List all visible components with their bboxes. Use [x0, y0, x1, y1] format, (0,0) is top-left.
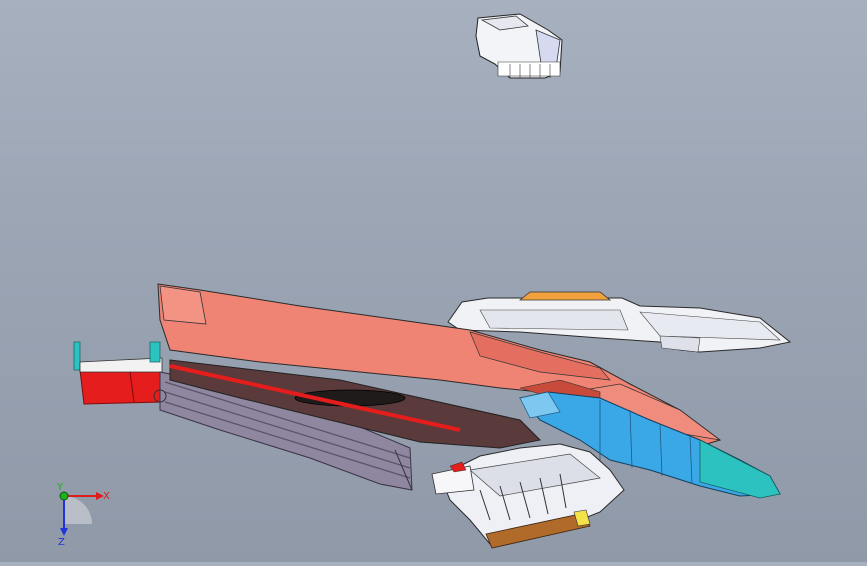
axis-x-label: X — [103, 491, 110, 502]
axis-z-label: Z — [58, 537, 65, 548]
bracket-part-top[interactable] — [475, 13, 563, 79]
axis-triad: X Y Z — [56, 482, 110, 548]
cad-3d-viewport[interactable]: X Y Z — [0, 0, 867, 562]
red-box-part[interactable] — [73, 341, 163, 405]
white-folded-part[interactable] — [431, 443, 625, 549]
cad-model-scene[interactable]: X Y Z — [0, 0, 867, 562]
axis-y-label: Y — [56, 482, 64, 493]
axis-y-icon — [59, 491, 69, 501]
